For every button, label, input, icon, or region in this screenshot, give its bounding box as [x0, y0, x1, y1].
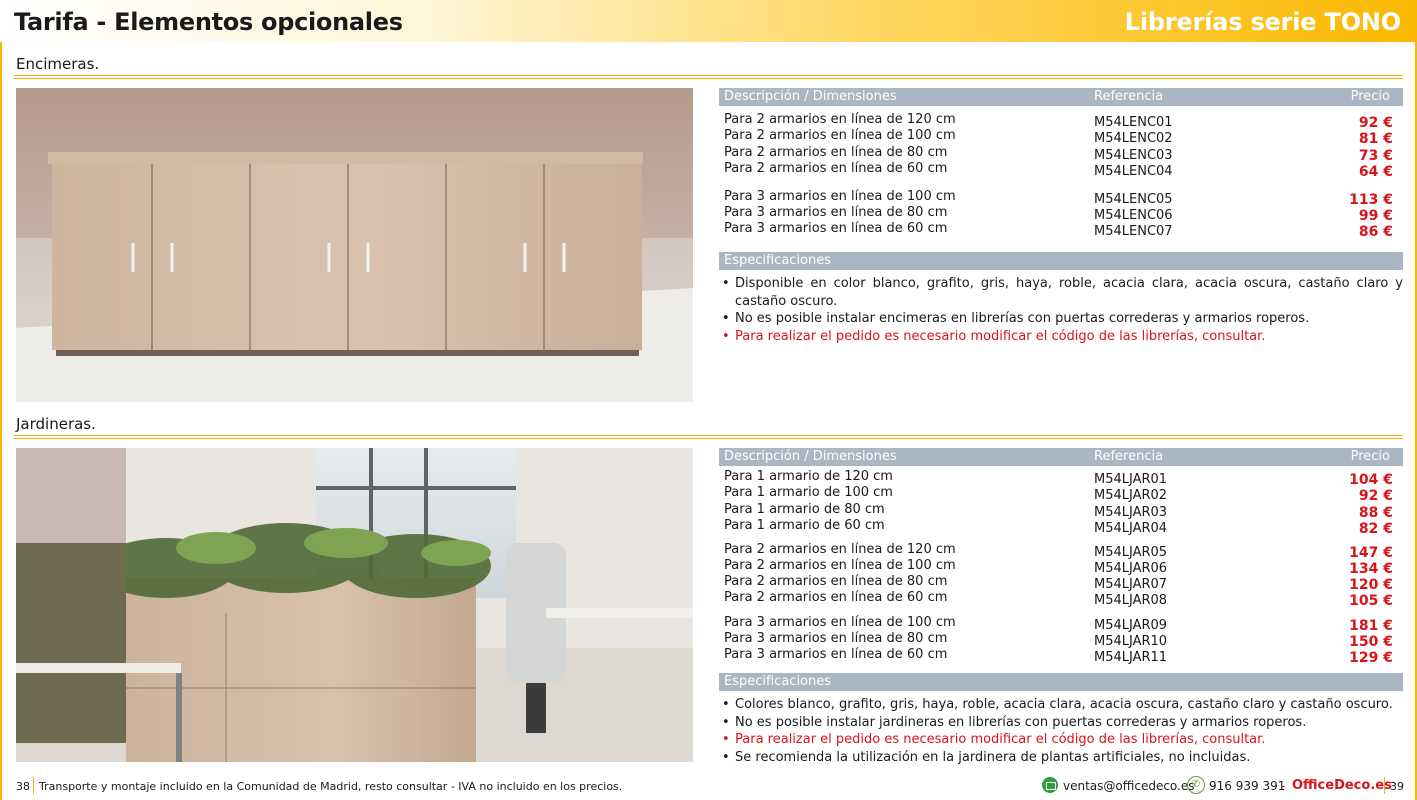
- footer-note: Transporte y montaje incluido en la Comu…: [39, 780, 623, 793]
- table-row: Para 1 armario de 120 cm M54LJAR01 104 €: [719, 469, 1403, 488]
- table-row: Para 2 armarios en línea de 60 cm M54LJAR…: [719, 590, 1403, 610]
- table-row: Para 1 armario de 80 cm M54LJAR03 88 €: [719, 501, 1403, 521]
- spec-item: No es posible instalar encimeras en libr…: [719, 310, 1403, 328]
- footer-divider: [1384, 777, 1385, 794]
- row-description: Para 1 armario de 120 cm: [724, 469, 893, 484]
- email-icon: [1042, 777, 1058, 793]
- row-description: Para 2 armarios en línea de 80 cm: [724, 574, 948, 590]
- row-description: Para 3 armarios en línea de 100 cm: [724, 614, 956, 630]
- table-row: Para 2 armarios en línea de 120 cm M54LJA…: [719, 541, 1403, 561]
- column-description: Descripción / Dimensiones: [724, 449, 897, 464]
- row-description: Para 2 armarios en línea de 80 cm: [724, 144, 948, 160]
- column-price: Precio: [1350, 449, 1390, 464]
- jardineras-image: [16, 448, 693, 762]
- encimeras-specs-header: Especificaciones: [719, 252, 1403, 270]
- row-description: Para 2 armarios en línea de 60 cm: [724, 160, 948, 176]
- table-row: Para 2 armarios en línea de 100 cm M54LEN…: [719, 128, 1403, 147]
- spec-item: Colores blanco, grafito, gris, haya, rob…: [719, 696, 1403, 714]
- phone-icon: ✆: [1187, 776, 1205, 794]
- footer-dash: -: [1281, 779, 1286, 793]
- row-description: Para 3 armarios en línea de 80 cm: [724, 204, 948, 220]
- page-number-right: 39: [1390, 780, 1404, 793]
- section-title-encimeras: Encimeras.: [16, 55, 100, 73]
- row-description: Para 2 armarios en línea de 100 cm: [724, 557, 956, 573]
- column-price: Precio: [1350, 89, 1390, 104]
- row-description: Para 1 armario de 100 cm: [724, 485, 893, 501]
- spec-item: Se recomienda la utilización en la jardi…: [719, 749, 1403, 767]
- encimeras-specs-list: Disponible en color blanco, grafito, gri…: [719, 275, 1403, 345]
- page-footer: 38 Transporte y montaje incluido en la C…: [0, 772, 1417, 800]
- spec-item-warning: Para realizar el pedido es necesario mod…: [719, 328, 1403, 346]
- column-reference: Referencia: [1094, 89, 1164, 104]
- table-row: Para 3 armarios en línea de 100 cm M54LEN…: [719, 188, 1403, 208]
- table-row: Para 3 armarios en línea de 60 cm M54LJAR…: [719, 647, 1403, 667]
- table-row: Para 2 armarios en línea de 80 cm M54LJAR…: [719, 574, 1403, 593]
- jardineras-photo: [16, 448, 693, 762]
- spec-item: No es posible instalar jardineras en lib…: [719, 714, 1403, 732]
- footer-divider: [33, 777, 34, 794]
- email-link[interactable]: ventas@officedeco.es: [1063, 779, 1195, 793]
- page-header: Tarifa - Elementos opcionales Librerías …: [0, 0, 1417, 42]
- jardineras-table-header: Descripción / Dimensiones Referencia Pre…: [719, 448, 1403, 466]
- series-title: Librerías serie TONO: [1124, 8, 1401, 36]
- row-description: Para 2 armarios en línea de 120 cm: [724, 541, 956, 557]
- row-description: Para 1 armario de 80 cm: [724, 501, 885, 517]
- row-description: Para 3 armarios en línea de 80 cm: [724, 630, 948, 646]
- table-row: Para 1 armario de 100 cm M54LJAR02 92 €: [719, 485, 1403, 504]
- section-rule: [14, 75, 1403, 79]
- specs-title: Especificaciones: [724, 674, 832, 689]
- row-description: Para 1 armario de 60 cm: [724, 517, 885, 533]
- row-description: Para 3 armarios en línea de 60 cm: [724, 647, 948, 663]
- encimeras-image: [16, 88, 693, 402]
- table-row: Para 2 armarios en línea de 60 cm M54LENC…: [719, 160, 1403, 180]
- row-price: 64 €: [1358, 163, 1393, 180]
- section-rule: [14, 435, 1403, 439]
- brand-link[interactable]: OfficeDeco.es: [1292, 778, 1392, 793]
- section-title-jardineras: Jardineras.: [16, 415, 96, 433]
- jardineras-specs-list: Colores blanco, grafito, gris, haya, rob…: [719, 696, 1403, 766]
- row-description: Para 3 armarios en línea de 60 cm: [724, 221, 948, 237]
- encimeras-photo: [16, 88, 693, 402]
- row-reference: M54LENC04: [1094, 163, 1173, 179]
- phone-number[interactable]: 916 939 391: [1209, 779, 1285, 793]
- spec-item-warning: Para realizar el pedido es necesario mod…: [719, 731, 1403, 749]
- page-number-left: 38: [16, 780, 30, 793]
- row-description: Para 2 armarios en línea de 120 cm: [724, 112, 956, 127]
- table-row: Para 1 armario de 60 cm M54LJAR04 82 €: [719, 517, 1403, 537]
- table-row: Para 2 armarios en línea de 80 cm M54LENC…: [719, 144, 1403, 164]
- table-row: Para 3 armarios en línea de 80 cm M54LJAR…: [719, 630, 1403, 650]
- spec-item: Disponible en color blanco, grafito, gri…: [719, 275, 1403, 310]
- row-description: Para 2 armarios en línea de 100 cm: [724, 128, 956, 144]
- row-reference: M54LENC07: [1094, 224, 1173, 240]
- table-row: Para 2 armarios en línea de 100 cm M54LJA…: [719, 557, 1403, 577]
- row-description: Para 3 armarios en línea de 100 cm: [724, 188, 956, 204]
- row-price: 105 €: [1349, 593, 1393, 610]
- column-description: Descripción / Dimensiones: [724, 89, 897, 104]
- row-price: 129 €: [1349, 650, 1393, 667]
- table-row: Para 3 armarios en línea de 60 cm M54LENC…: [719, 221, 1403, 241]
- table-row: Para 3 armarios en línea de 80 cm M54LENC…: [719, 204, 1403, 224]
- row-price: 82 €: [1358, 520, 1393, 537]
- row-price: 86 €: [1358, 224, 1393, 241]
- column-reference: Referencia: [1094, 449, 1164, 464]
- specs-title: Especificaciones: [724, 253, 832, 268]
- table-row: Para 3 armarios en línea de 100 cm M54LJA…: [719, 614, 1403, 634]
- row-reference: M54LJAR08: [1094, 593, 1168, 609]
- row-reference: M54LJAR04: [1094, 520, 1168, 536]
- row-description: Para 2 armarios en línea de 60 cm: [724, 590, 948, 606]
- table-row: Para 2 armarios en línea de 120 cm M54LEN…: [719, 112, 1403, 131]
- jardineras-specs-header: Especificaciones: [719, 673, 1403, 691]
- encimeras-table-header: Descripción / Dimensiones Referencia Pre…: [719, 88, 1403, 106]
- page-frame-left: [0, 0, 2, 800]
- row-reference: M54LJAR11: [1094, 650, 1168, 666]
- page-title: Tarifa - Elementos opcionales: [14, 8, 403, 36]
